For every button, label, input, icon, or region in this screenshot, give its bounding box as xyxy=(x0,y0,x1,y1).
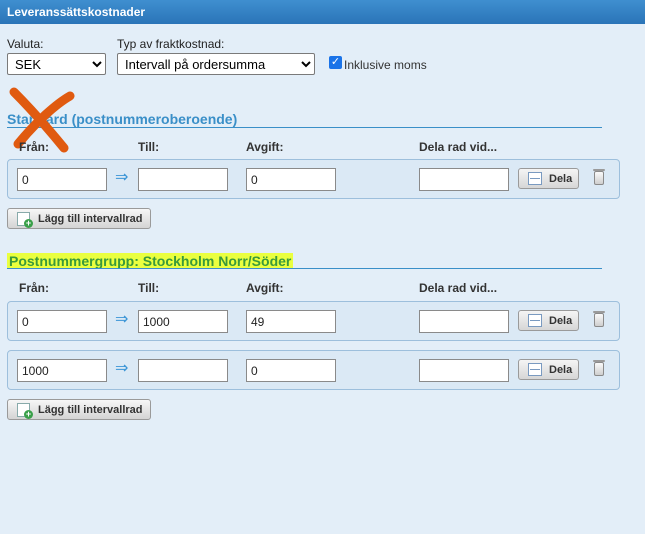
split-button[interactable]: Dela xyxy=(518,359,579,380)
split-button-label: Dela xyxy=(549,364,573,376)
split-button-label: Dela xyxy=(549,173,573,185)
split-button-label: Dela xyxy=(549,315,573,327)
arrow-right-icon: ⇒ xyxy=(115,360,129,377)
split-icon xyxy=(528,172,542,185)
add-row-label: Lägg till intervallrad xyxy=(38,213,143,225)
interval-row: 0 ⇒ 0 Dela xyxy=(7,159,620,199)
split-button[interactable]: Dela xyxy=(518,310,579,331)
currency-select[interactable]: SEK xyxy=(7,53,106,75)
add-row-icon: + xyxy=(17,403,33,419)
section-divider xyxy=(7,268,602,269)
to-input[interactable] xyxy=(138,359,228,382)
from-input[interactable]: 0 xyxy=(17,168,107,191)
add-interval-row-button[interactable]: + Lägg till intervallrad xyxy=(7,399,151,420)
add-row-label: Lägg till intervallrad xyxy=(38,404,143,416)
from-input[interactable]: 0 xyxy=(17,310,107,333)
from-input[interactable]: 1000 xyxy=(17,359,107,382)
window-title: Leveranssättskostnader xyxy=(0,0,645,24)
vat-checkbox[interactable]: ✓ xyxy=(329,56,342,69)
vat-checkbox-label: Inklusive moms xyxy=(344,58,427,72)
col-header-from: Från: xyxy=(19,281,49,295)
fee-input[interactable]: 0 xyxy=(246,168,336,191)
section-title-postcode-group: Postnummergrupp: Stockholm Norr/Söder xyxy=(7,253,294,269)
split-input[interactable] xyxy=(419,310,509,333)
currency-label: Valuta: xyxy=(7,37,44,51)
col-header-to: Till: xyxy=(138,281,160,295)
trash-icon[interactable] xyxy=(593,360,605,376)
freight-type-select[interactable]: Intervall på ordersumma xyxy=(117,53,315,75)
split-icon xyxy=(528,314,542,327)
trash-icon[interactable] xyxy=(593,169,605,185)
split-input[interactable] xyxy=(419,168,509,191)
fee-input[interactable]: 49 xyxy=(246,310,336,333)
trash-icon[interactable] xyxy=(593,311,605,327)
arrow-right-icon: ⇒ xyxy=(115,311,129,328)
interval-row: 1000 ⇒ 0 Dela xyxy=(7,350,620,390)
col-header-split: Dela rad vid... xyxy=(419,140,498,154)
col-header-to: Till: xyxy=(138,140,160,154)
split-icon xyxy=(528,363,542,376)
freight-type-label: Typ av fraktkostnad: xyxy=(117,37,225,51)
col-header-fee: Avgift: xyxy=(246,140,284,154)
fee-input[interactable]: 0 xyxy=(246,359,336,382)
to-input[interactable] xyxy=(138,168,228,191)
section-title-text: Postnummergrupp: Stockholm Norr/Söder xyxy=(7,253,294,269)
add-interval-row-button[interactable]: + Lägg till intervallrad xyxy=(7,208,151,229)
col-header-split: Dela rad vid... xyxy=(419,281,498,295)
add-row-icon: + xyxy=(17,212,33,228)
arrow-right-icon: ⇒ xyxy=(115,169,129,186)
col-header-fee: Avgift: xyxy=(246,281,284,295)
interval-row: 0 ⇒ 1000 49 Dela xyxy=(7,301,620,341)
split-input[interactable] xyxy=(419,359,509,382)
section-divider xyxy=(7,127,602,128)
to-input[interactable]: 1000 xyxy=(138,310,228,333)
col-header-from: Från: xyxy=(19,140,49,154)
split-button[interactable]: Dela xyxy=(518,168,579,189)
